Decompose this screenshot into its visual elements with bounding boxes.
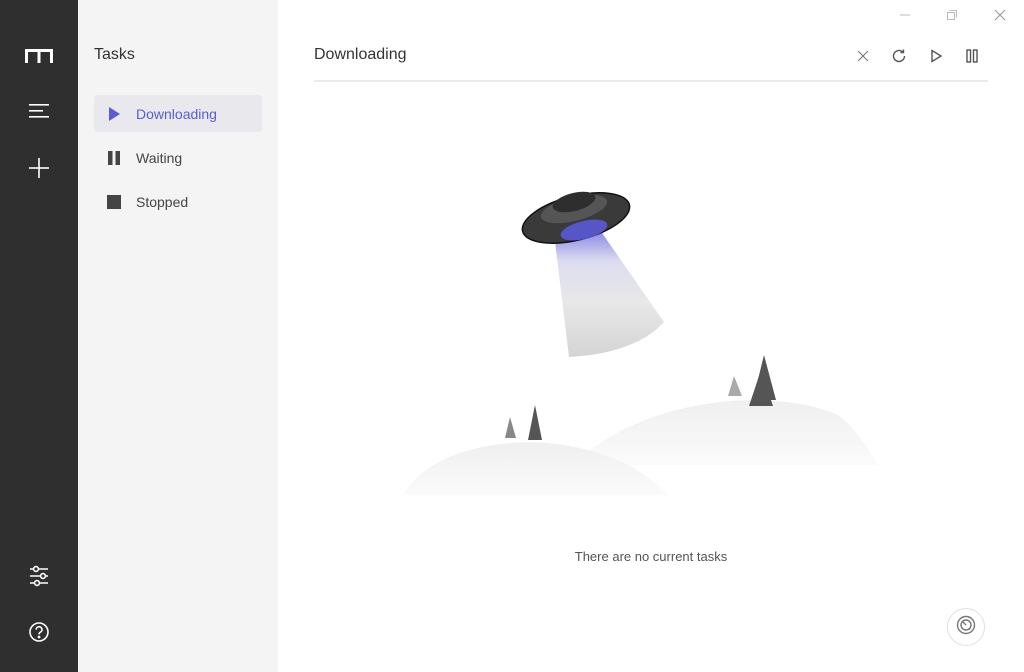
pause-icon — [106, 150, 122, 166]
task-filter-list: Downloading Waiting Stopped — [94, 95, 262, 227]
app-logo-icon[interactable] — [19, 36, 59, 76]
speed-limit-button[interactable] — [947, 608, 985, 646]
main-panel: Downloading There are no current tasks — [278, 0, 1024, 672]
clear-icon[interactable] — [853, 46, 873, 66]
stop-icon — [106, 194, 122, 210]
sidebar-item-label: Stopped — [136, 193, 189, 210]
sidebar-item-downloading[interactable]: Downloading — [94, 95, 262, 132]
empty-state-ufo-illustration — [398, 180, 898, 505]
page-title: Downloading — [314, 46, 407, 63]
minimize-window-icon[interactable] — [890, 4, 920, 26]
menu-icon[interactable] — [19, 91, 59, 131]
sidebar-item-stopped[interactable]: Stopped — [94, 183, 262, 220]
empty-state-message: There are no current tasks — [574, 549, 728, 564]
pause-all-icon[interactable] — [962, 46, 982, 66]
sidebar-title: Tasks — [94, 46, 135, 63]
sidebar-item-label: Waiting — [136, 149, 183, 166]
task-sidebar: Tasks Downloading Waiting Stopped — [78, 0, 278, 672]
sidebar-item-waiting[interactable]: Waiting — [94, 139, 262, 176]
refresh-icon[interactable] — [889, 46, 909, 66]
speedometer-icon — [955, 614, 977, 641]
add-task-icon[interactable] — [19, 148, 59, 188]
close-window-icon[interactable] — [985, 4, 1015, 26]
maximize-window-icon[interactable] — [937, 4, 967, 26]
help-icon[interactable] — [19, 612, 59, 652]
settings-sliders-icon[interactable] — [19, 556, 59, 596]
play-icon — [106, 106, 122, 122]
sidebar-item-label: Downloading — [136, 105, 217, 122]
app-window: Tasks Downloading Waiting Stopped Downlo… — [0, 0, 1024, 672]
icon-rail — [0, 0, 78, 672]
resume-all-icon[interactable] — [926, 46, 946, 66]
task-list-header: Downloading — [314, 36, 988, 82]
